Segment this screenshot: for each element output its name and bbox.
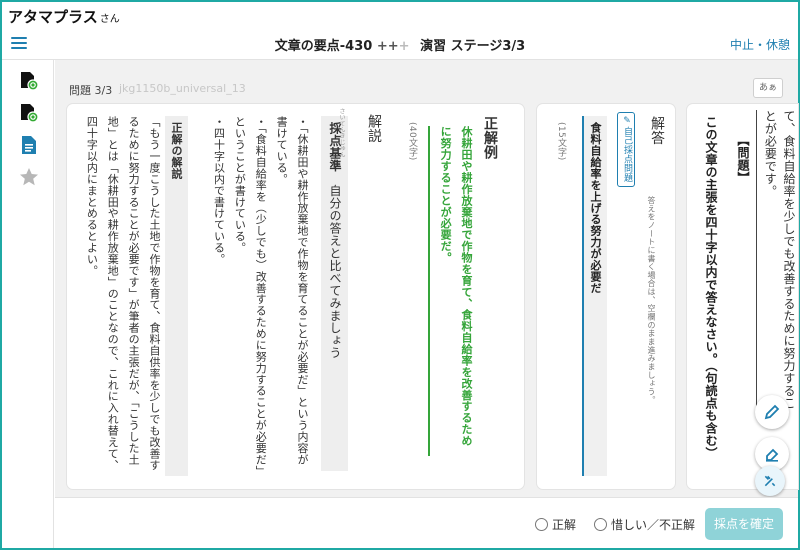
explanation-card: 正解例 休耕田や耕作放棄地で作物を育て、食料自給率を改善するために努力することが… — [67, 104, 524, 489]
header: 文章の要点-430 +++ 演習 ステージ3/3 中止・休憩 — [2, 26, 798, 60]
self-score-badge-label: 自己採点問題 — [622, 126, 632, 183]
eraser-icon — [766, 448, 779, 462]
correct-answer-text: 休耕田や耕作放棄地で作物を育て、食料自給率を改善するために努力することが必要だ。 — [428, 126, 476, 456]
radio-circle — [594, 518, 607, 531]
scoring-criteria: 採点基準 自分の答えと比べてみましょう — [321, 116, 348, 471]
answer-heading: 解答 — [649, 116, 665, 146]
pencil-icon: ✎ — [622, 116, 632, 127]
level-plus-dim: + — [398, 39, 410, 54]
radio-correct-label: 正解 — [552, 518, 577, 532]
book-check-icon[interactable] — [18, 102, 40, 124]
radio-partial-incorrect[interactable]: 惜しい／不正解 — [594, 516, 695, 533]
stage-label: 演習 ステージ3/3 — [420, 39, 526, 54]
pause-button[interactable]: 中止・休憩 — [730, 36, 790, 53]
scoring-criteria-ruby: さいてんきじゅん — [338, 108, 345, 158]
radio-circle — [535, 518, 548, 531]
brand-name: アタマプラス — [8, 8, 98, 26]
user-answer-char-count: (15文字) — [556, 122, 566, 161]
tools-icon — [764, 475, 776, 487]
book-check-icon[interactable] — [18, 70, 40, 92]
problem-prompt: この文章の主張を四十字以内で答えなさい。（句読点も含む） — [704, 116, 718, 460]
lesson-title: 文章の要点-430 +++ 演習 ステージ3/3 — [2, 35, 798, 54]
star-icon[interactable] — [18, 166, 40, 188]
brand-bar: アタマプラス さん — [2, 2, 798, 26]
correct-reason-label: 正解の解説 — [164, 116, 188, 476]
brand-suffix: さん — [99, 14, 120, 25]
criteria-item: ・「食料自給率を（少しでも）改善するために努力することが必要だ」ということが書け… — [233, 116, 268, 472]
sidebar — [2, 60, 54, 548]
font-size-toggle[interactable]: あぁ — [753, 78, 783, 98]
self-score-badge: ✎自己採点問題 — [617, 112, 635, 187]
main-area: 問題 3/3 jkg1150b_universal_13 あぁ 正解例 休耕田や… — [55, 60, 798, 497]
scoring-criteria-text: 自分の答えと比べてみましょう — [328, 184, 342, 360]
question-number: 問題 3/3 — [69, 84, 113, 97]
pencil-icon — [764, 404, 780, 420]
radio-partial-label: 惜しい／不正解 — [611, 518, 696, 532]
correct-reason-text: 「もう一度こうした土地で作物を育て、食料自供率を少しでも改善するために努力するこ… — [85, 116, 161, 471]
user-answer: 食料自給率を上げる努力が必要だ — [581, 116, 607, 476]
kaisetsu-heading: 解説 — [366, 114, 382, 144]
criteria-item: ・「休耕田や耕作放棄地で作物を育てることが必要だ」という内容が書けている。 — [275, 116, 309, 466]
passage-text: て、食料自給率を少しでも改善するために努力することが必要です。 — [755, 110, 798, 410]
criteria-list: ・「休耕田や耕作放棄地で作物を育てることが必要だ」という内容が書けている。 ・「… — [208, 116, 312, 476]
problem-label: 【問題】 — [736, 134, 750, 184]
answer-note: 答えをノートに書く場合は、空欄のまま進みましょう。 — [647, 196, 656, 404]
brand-logo: アタマプラス さん — [8, 6, 120, 27]
radio-correct[interactable]: 正解 — [535, 516, 576, 533]
criteria-item: ・四十字以内で書けている。 — [212, 116, 226, 265]
correct-example-heading: 正解例 — [482, 116, 498, 160]
level-plus: ++ — [376, 39, 399, 54]
confirm-score-button[interactable]: 採点を確定 — [705, 508, 783, 540]
footer: 正解 惜しい／不正解 採点を確定 — [55, 497, 798, 548]
problem-card: て、食料自給率を少しでも改善するために努力することが必要です。 【問題】 この文… — [687, 104, 798, 489]
question-id: jkg1150b_universal_13 — [119, 82, 246, 95]
lesson-name: 文章の要点-430 — [274, 39, 373, 54]
answer-card: 解答 ✎自己採点問題 答えをノートに書く場合は、空欄のまま進みましょう。 食料自… — [537, 104, 675, 489]
pencil-tool-button[interactable] — [755, 395, 789, 429]
document-icon[interactable] — [18, 134, 40, 156]
correct-answer-char-count: (40文字) — [407, 122, 417, 161]
tools-button[interactable] — [755, 466, 785, 496]
